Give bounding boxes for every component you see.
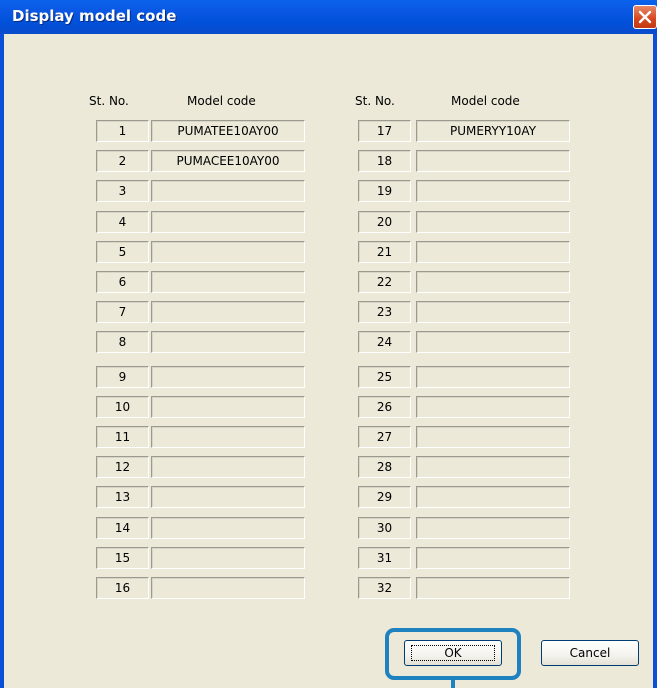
- left-model-code-header: Model code: [187, 94, 256, 108]
- left-st-no-cell: 12: [96, 456, 149, 478]
- right-st-no-cell: 26: [358, 396, 411, 418]
- left-model-code-field[interactable]: [151, 577, 305, 599]
- ok-callout-highlight: [385, 628, 521, 680]
- right-model-code-field[interactable]: [416, 180, 570, 202]
- left-model-code-field[interactable]: [151, 366, 305, 388]
- left-model-code-field[interactable]: PUMACEE10AY00: [151, 150, 305, 172]
- window-title: Display model code: [12, 7, 177, 25]
- right-model-code-field[interactable]: [416, 301, 570, 323]
- right-model-code-field[interactable]: [416, 241, 570, 263]
- left-model-code-field[interactable]: [151, 301, 305, 323]
- right-st-no-cell: 29: [358, 486, 411, 508]
- right-st-no-cell: 23: [358, 301, 411, 323]
- left-st-no-cell: 2: [96, 150, 149, 172]
- title-bar[interactable]: Display model code: [0, 0, 657, 34]
- left-model-code-field[interactable]: [151, 547, 305, 569]
- right-model-code-field[interactable]: [416, 150, 570, 172]
- right-st-no-cell: 28: [358, 456, 411, 478]
- left-model-code-field[interactable]: [151, 517, 305, 539]
- left-model-code-field[interactable]: [151, 271, 305, 293]
- left-st-no-cell: 4: [96, 211, 149, 233]
- right-model-code-field[interactable]: [416, 211, 570, 233]
- right-model-code-field[interactable]: PUMERYY10AY: [416, 120, 570, 142]
- right-model-code-field[interactable]: [416, 426, 570, 448]
- left-st-no-cell: 5: [96, 241, 149, 263]
- right-model-code-field[interactable]: [416, 396, 570, 418]
- left-st-no-cell: 9: [96, 366, 149, 388]
- right-st-no-cell: 27: [358, 426, 411, 448]
- right-model-code-field[interactable]: [416, 547, 570, 569]
- left-st-no-cell: 3: [96, 180, 149, 202]
- left-model-code-field[interactable]: [151, 180, 305, 202]
- left-st-no-cell: 13: [96, 486, 149, 508]
- left-model-code-field[interactable]: [151, 456, 305, 478]
- left-st-no-cell: 10: [96, 396, 149, 418]
- close-button[interactable]: [633, 5, 657, 29]
- left-st-no-header: St. No.: [89, 94, 129, 108]
- left-st-no-cell: 11: [96, 426, 149, 448]
- left-st-no-cell: 15: [96, 547, 149, 569]
- right-st-no-cell: 21: [358, 241, 411, 263]
- right-model-code-field[interactable]: [416, 366, 570, 388]
- left-model-code-field[interactable]: [151, 211, 305, 233]
- left-model-code-field[interactable]: [151, 486, 305, 508]
- right-st-no-cell: 22: [358, 271, 411, 293]
- left-model-code-field[interactable]: [151, 331, 305, 353]
- right-model-code-field[interactable]: [416, 577, 570, 599]
- right-st-no-cell: 25: [358, 366, 411, 388]
- right-st-no-cell: 20: [358, 211, 411, 233]
- right-model-code-field[interactable]: [416, 517, 570, 539]
- left-st-no-cell: 8: [96, 331, 149, 353]
- left-st-no-cell: 7: [96, 301, 149, 323]
- right-st-no-cell: 31: [358, 547, 411, 569]
- dialog-window: Display model code St. No. Model code St…: [0, 0, 657, 688]
- left-st-no-cell: 1: [96, 120, 149, 142]
- right-st-no-header: St. No.: [355, 94, 395, 108]
- cancel-button-label: Cancel: [569, 646, 611, 660]
- left-model-code-field[interactable]: PUMATEE10AY00: [151, 120, 305, 142]
- left-model-code-field[interactable]: [151, 396, 305, 418]
- left-st-no-cell: 16: [96, 577, 149, 599]
- right-model-code-header: Model code: [451, 94, 520, 108]
- callout-pointer: [451, 680, 455, 688]
- dialog-client-area: St. No. Model code St. No. Model code 1P…: [4, 34, 653, 688]
- left-model-code-field[interactable]: [151, 241, 305, 263]
- right-st-no-cell: 32: [358, 577, 411, 599]
- right-model-code-field[interactable]: [416, 456, 570, 478]
- right-model-code-field[interactable]: [416, 271, 570, 293]
- right-st-no-cell: 19: [358, 180, 411, 202]
- right-st-no-cell: 18: [358, 150, 411, 172]
- left-st-no-cell: 6: [96, 271, 149, 293]
- close-icon: [638, 10, 652, 24]
- right-st-no-cell: 30: [358, 517, 411, 539]
- right-st-no-cell: 24: [358, 331, 411, 353]
- cancel-button[interactable]: Cancel: [541, 640, 639, 666]
- right-st-no-cell: 17: [358, 120, 411, 142]
- right-model-code-field[interactable]: [416, 331, 570, 353]
- left-model-code-field[interactable]: [151, 426, 305, 448]
- right-model-code-field[interactable]: [416, 486, 570, 508]
- left-st-no-cell: 14: [96, 517, 149, 539]
